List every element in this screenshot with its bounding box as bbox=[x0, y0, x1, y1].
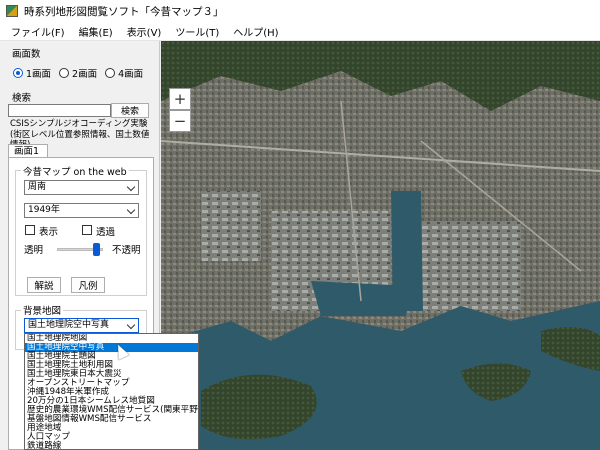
radio-2screen[interactable] bbox=[59, 68, 70, 78]
screen-count-options: 1画面 2画面 4画面 bbox=[8, 66, 143, 80]
search-title: 検索 bbox=[12, 93, 32, 104]
menu-view[interactable]: 表示(V) bbox=[120, 24, 169, 39]
background-dropdown-list: 国土地理院地図 国土地理院空中写真 国土地理院主題図 国土地理院土地利用図 国土… bbox=[24, 333, 199, 450]
zoom-in-button[interactable]: + bbox=[169, 88, 191, 110]
tab-screen1[interactable]: 画面1 bbox=[8, 144, 48, 158]
show-checkbox-label[interactable]: 表示 bbox=[39, 224, 58, 238]
slider-min-label: 透明 bbox=[24, 245, 44, 256]
opacity-slider-handle[interactable] bbox=[93, 243, 100, 256]
zoom-out-button[interactable]: − bbox=[169, 110, 191, 132]
chevron-down-icon bbox=[126, 182, 136, 192]
background-select-value: 国土地理院空中写真 bbox=[28, 320, 110, 330]
commentary-button[interactable]: 解説 bbox=[27, 277, 61, 293]
year-select-value: 1949年 bbox=[28, 205, 60, 215]
search-input[interactable] bbox=[8, 104, 111, 117]
chevron-down-icon bbox=[126, 205, 136, 215]
legend-button[interactable]: 凡例 bbox=[71, 277, 105, 293]
show-checkbox[interactable] bbox=[25, 225, 35, 235]
menu-edit[interactable]: 編集(E) bbox=[72, 24, 120, 39]
dropdown-option[interactable]: 鉄道路線 bbox=[25, 442, 198, 450]
map-view[interactable]: + − bbox=[161, 41, 600, 450]
region-select[interactable]: 周南 bbox=[24, 180, 139, 195]
menu-tools[interactable]: ツール(T) bbox=[168, 24, 226, 39]
search-button[interactable]: 検索 bbox=[111, 103, 149, 118]
year-select[interactable]: 1949年 bbox=[24, 203, 139, 218]
background-select[interactable]: 国土地理院空中写真 bbox=[24, 318, 139, 333]
region-select-value: 周南 bbox=[28, 182, 47, 192]
slider-max-label: 不透明 bbox=[112, 245, 141, 256]
radio-4screen[interactable] bbox=[105, 68, 116, 78]
menu-help[interactable]: ヘルプ(H) bbox=[226, 24, 285, 39]
konjaku-group-title: 今昔マップ on the web bbox=[21, 164, 129, 178]
menu-bar: ファイル(F) 編集(E) 表示(V) ツール(T) ヘルプ(H) bbox=[0, 22, 600, 41]
aerial-photo bbox=[161, 41, 600, 450]
radio-2screen-label[interactable]: 2画面 bbox=[72, 66, 97, 80]
screen-count-title: 画面数 bbox=[12, 49, 41, 60]
radio-1screen-label[interactable]: 1画面 bbox=[26, 66, 51, 80]
radio-4screen-label[interactable]: 4画面 bbox=[118, 66, 143, 80]
transparent-checkbox-label[interactable]: 透過 bbox=[96, 224, 115, 238]
menu-file[interactable]: ファイル(F) bbox=[4, 24, 72, 39]
background-group-title: 背景地図 bbox=[21, 303, 64, 317]
chevron-down-icon bbox=[126, 320, 136, 330]
radio-1screen[interactable] bbox=[13, 68, 23, 78]
transparent-checkbox[interactable] bbox=[82, 225, 92, 235]
app-icon bbox=[6, 5, 18, 17]
window-title: 時系列地形図閲覧ソフト「今昔マップ３」 bbox=[24, 5, 224, 18]
title-bar: 時系列地形図閲覧ソフト「今昔マップ３」 bbox=[0, 0, 600, 22]
